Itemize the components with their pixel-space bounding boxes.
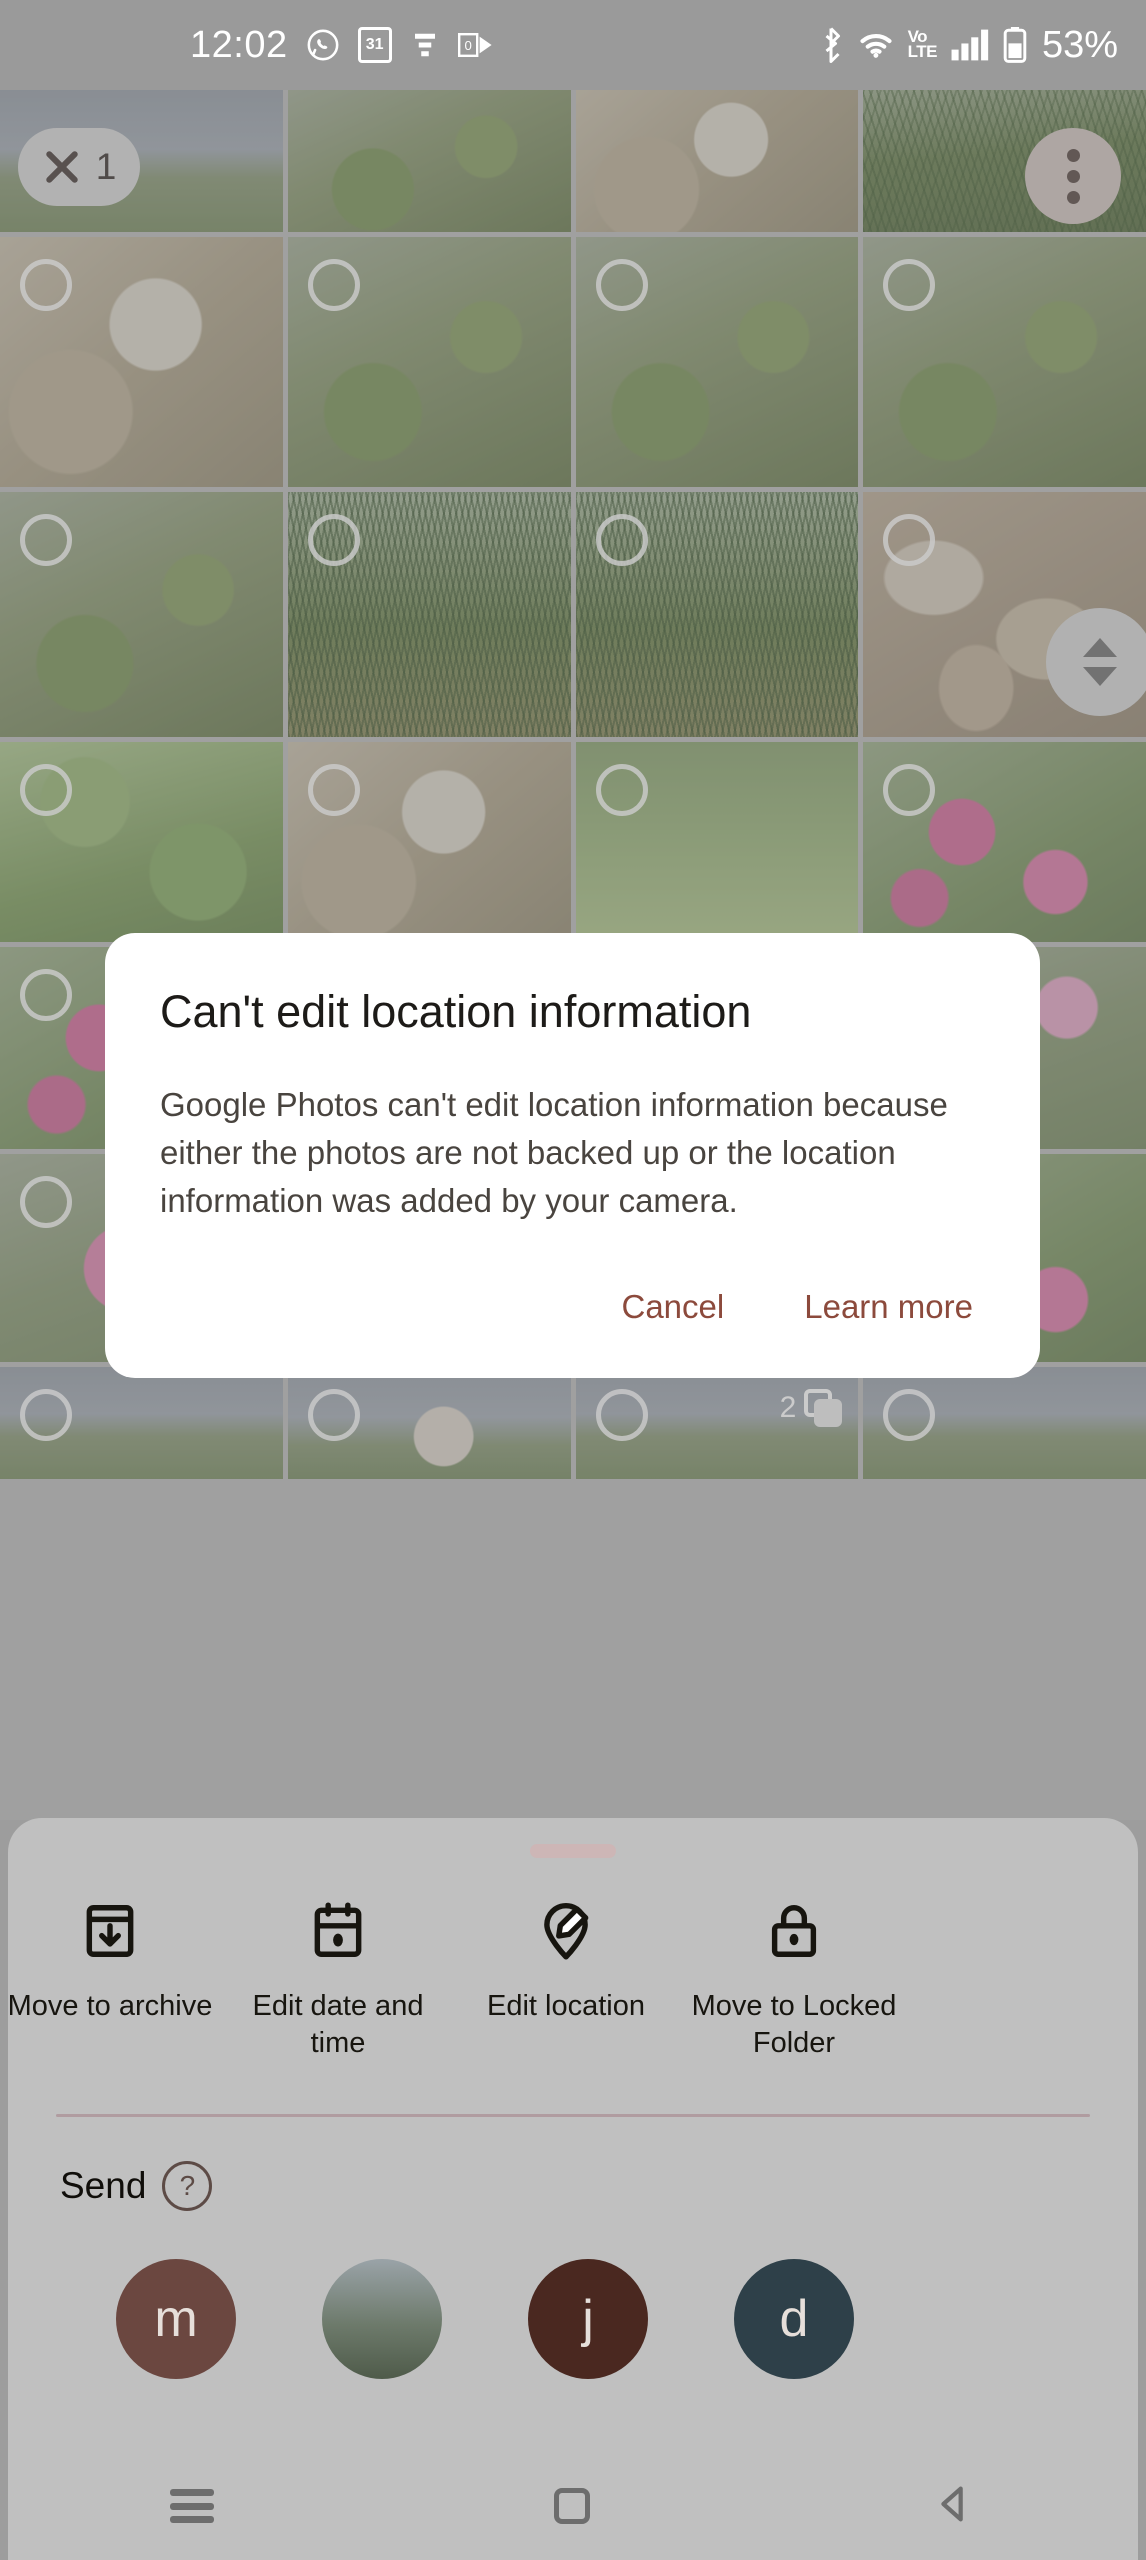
status-time: 12:02 (190, 23, 288, 66)
avatar[interactable]: m (116, 2259, 236, 2380)
sheet-action-label: Move to archive (8, 1990, 213, 2022)
battery-percent: 53% (1041, 23, 1118, 66)
bluetooth-icon (818, 27, 844, 63)
avatar[interactable]: d (734, 2259, 854, 2380)
wifi-icon (857, 30, 895, 60)
back-button[interactable] (930, 2481, 976, 2532)
location-pin-edit-icon (535, 1900, 597, 1962)
phone-screen: 2 1 12:02 31 0 Vo LTE 53% Move to archiv… (0, 0, 1146, 2560)
sheet-actions: eteMove to archiveEdit date and timeEdit… (8, 1900, 1138, 2062)
sheet-drag-handle[interactable] (530, 1844, 616, 1858)
avatar[interactable]: j (528, 2259, 648, 2380)
avatar[interactable] (322, 2259, 442, 2380)
learn-more-button[interactable]: Learn more (800, 1282, 977, 1332)
lock-icon (763, 1900, 825, 1962)
archive-icon (79, 1900, 141, 1962)
sheet-action-calendar-edit[interactable]: Edit date and time (224, 1900, 452, 2062)
sheet-action-archive[interactable]: Move to archive (8, 1900, 224, 2025)
drive-icon (410, 29, 440, 61)
send-label: Send (60, 2165, 147, 2207)
location-error-dialog: Can't edit location information Google P… (105, 933, 1040, 1378)
signal-icon (950, 28, 990, 62)
sheet-divider (56, 2114, 1090, 2118)
android-nav-bar (0, 2452, 1146, 2560)
volte-icon: Vo LTE (907, 27, 938, 61)
send-section-header: Send ? (60, 2161, 1138, 2212)
battery-icon (1003, 27, 1027, 63)
help-icon[interactable]: ? (162, 2161, 213, 2212)
sheet-action-lock[interactable]: Move to Locked Folder (680, 1900, 908, 2062)
status-bar: 12:02 31 0 Vo LTE 53% (0, 0, 1146, 90)
calendar-edit-icon (307, 1900, 369, 1962)
sheet-action-label: Edit date and time (252, 1990, 424, 2060)
sheet-action-location-pin-edit[interactable]: Edit location (452, 1900, 680, 2025)
home-button[interactable] (554, 2488, 590, 2524)
whatsapp-icon (306, 28, 340, 62)
sheet-action-label: Move to Locked Folder (691, 1990, 897, 2060)
dialog-title: Can't edit location information (160, 986, 752, 1037)
calendar-icon: 31 (357, 27, 392, 63)
recents-button[interactable] (170, 2489, 214, 2523)
cancel-button[interactable]: Cancel (618, 1282, 729, 1332)
outlook-icon: 0 (457, 29, 494, 61)
sheet-action-label: Edit location (487, 1990, 645, 2022)
svg-text:0: 0 (464, 38, 471, 53)
dialog-body: Google Photos can't edit location inform… (160, 1086, 948, 1220)
contact-avatars: m jd (116, 2259, 1138, 2380)
dialog-actions: Cancel Learn more (160, 1282, 985, 1350)
bottom-sheet: eteMove to archiveEdit date and timeEdit… (8, 1818, 1138, 2560)
